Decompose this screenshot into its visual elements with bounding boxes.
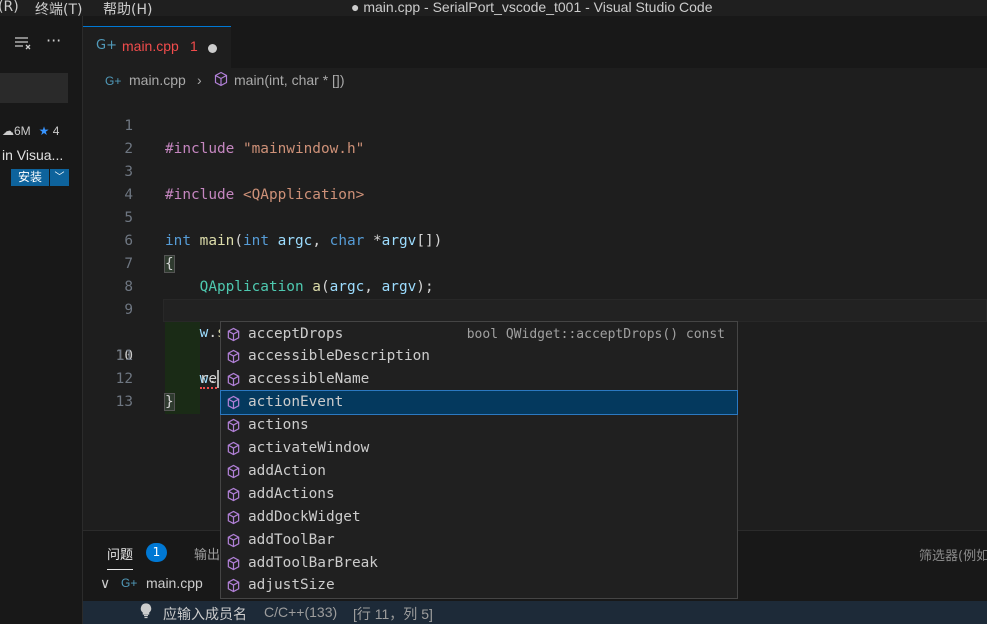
suggestion-label: acceptDrops (248, 325, 344, 342)
suggestion-label: adjustSize (248, 577, 335, 594)
download-count: 6M (14, 124, 31, 138)
suggestion-label: addActions (248, 485, 335, 502)
cpp-file-icon: G+ (96, 38, 117, 53)
extension-search-box[interactable] (0, 73, 68, 103)
method-icon (226, 487, 241, 502)
current-line-highlight (163, 299, 987, 322)
code-line: 8 MainWindow w; (83, 253, 987, 318)
method-icon (226, 418, 241, 433)
method-icon (226, 464, 241, 479)
problem-message: 应输入成员名 (163, 606, 247, 622)
suggestion-item[interactable]: activateWindow (221, 437, 737, 460)
suggestion-item[interactable]: addDockWidget (221, 506, 737, 529)
line-number: 13 (115, 394, 133, 410)
problem-row[interactable]: 应输入成员名 C/C++(133) [行 11，列 5] (83, 601, 987, 624)
title-bar: (R) 终端(T) 帮助(H) ● main.cpp - SerialPort_… (0, 0, 987, 18)
breadcrumb: G+ main.cpp › main(int, char * []) (83, 68, 987, 92)
suggestion-item[interactable]: actionEvent (220, 390, 738, 416)
suggestion-label: addToolBarBreak (248, 554, 378, 571)
suggestion-label: addToolBar (248, 531, 335, 548)
suggestion-item[interactable]: actions (221, 414, 737, 437)
code-line: 5 int main(int argc, char *argv[]) (83, 184, 987, 249)
install-button[interactable]: 安装 (11, 169, 49, 186)
chevron-down-icon: ﹀ (54, 172, 65, 183)
method-icon (226, 395, 241, 410)
code-line: 1 #include "mainwindow.h" (83, 92, 987, 157)
code-line: 2 (83, 115, 987, 157)
problem-file-name: main.cpp (146, 575, 203, 591)
suggestion-item[interactable]: addToolBarBreak (221, 552, 737, 575)
suggestion-item[interactable]: addAction (221, 460, 737, 483)
menu-run[interactable]: (R) (0, 0, 19, 15)
clear-list-icon[interactable] (14, 36, 32, 54)
suggestion-label: addDockWidget (248, 508, 361, 525)
suggestion-label: actionEvent (248, 394, 344, 411)
method-icon (226, 510, 241, 525)
method-icon (226, 327, 241, 342)
suggestion-item[interactable]: addToolBar (221, 529, 737, 552)
suggestion-item[interactable]: accessibleName (221, 368, 737, 391)
breadcrumb-symbol[interactable]: main(int, char * []) (234, 72, 344, 88)
suggestion-label: accessibleName (248, 371, 370, 388)
code-line: 7 QApplication a(argc, argv); (83, 230, 987, 295)
suggestion-item[interactable]: addActions (221, 483, 737, 506)
suggestion-item[interactable]: accessibleDescription (221, 345, 737, 368)
more-actions-icon[interactable]: ··· (46, 31, 61, 50)
suggestion-item[interactable]: adjustSize (221, 574, 737, 597)
method-icon (226, 578, 241, 593)
download-icon: ☁ (2, 124, 14, 138)
tab-bar: G+ main.cpp 1 (83, 16, 987, 68)
code-line: 4 (83, 161, 987, 203)
window-title: ● main.cpp - SerialPort_vscode_t001 - Vi… (351, 0, 713, 15)
star-icon: ★ (38, 124, 50, 138)
tab-label: main.cpp (122, 38, 179, 54)
suggestion-label: addAction (248, 462, 326, 479)
tab-problem-count: 1 (190, 38, 198, 54)
method-icon (226, 556, 241, 571)
method-icon (226, 441, 241, 456)
method-icon (226, 533, 241, 548)
suggestion-label: accessibleDescription (248, 348, 430, 365)
suggestion-label: actions (248, 417, 309, 434)
lightbulb-icon[interactable] (140, 603, 152, 622)
line-content: } (164, 393, 175, 411)
symbol-method-icon (213, 71, 229, 90)
suggestion-detail: bool QWidget::acceptDrops() const (466, 326, 725, 342)
problem-source: C/C++(133) (264, 604, 338, 620)
code-line: 3 #include <QApplication> (83, 138, 987, 203)
breadcrumb-file[interactable]: main.cpp (129, 72, 186, 88)
unsaved-dot-icon[interactable] (208, 44, 217, 53)
code-line-current: 10 w. (83, 299, 987, 388)
problems-filter-input[interactable]: 筛选器(例如 (919, 545, 987, 564)
suggestion-item[interactable]: acceptDrops bool QWidget::acceptDrops() c… (221, 323, 737, 346)
install-dropdown-button[interactable]: ﹀ (50, 169, 69, 186)
suggestion-label: activateWindow (248, 440, 370, 456)
tab-problems[interactable]: 问题 (107, 544, 134, 570)
cpp-file-icon: G+ (121, 576, 138, 590)
method-icon (226, 372, 241, 387)
cpp-file-icon: G+ (105, 74, 122, 88)
method-icon (226, 349, 241, 364)
autocomplete-suggest-widget: acceptDrops bool QWidget::acceptDrops() c… (220, 321, 738, 599)
extension-stats: ☁6M ★ 4 (2, 124, 59, 138)
breadcrumb-separator-icon: › (197, 72, 202, 88)
code-line: 6 { (83, 207, 987, 273)
rating-value: 4 (52, 124, 60, 138)
extensions-sidebar: ··· ☁6M ★ 4 in Visua... 安装 ﹀ (0, 16, 83, 624)
code-line: 9 w.show(); (83, 276, 987, 341)
problem-location: [行 11，列 5] (353, 606, 433, 622)
tab-output[interactable]: 输出 (194, 544, 220, 563)
extension-name: in Visua... (2, 147, 64, 163)
chevron-down-icon[interactable]: ∨ (100, 575, 110, 592)
tab-main-cpp[interactable]: G+ main.cpp 1 (83, 26, 231, 68)
problems-count-badge: 1 (146, 543, 167, 562)
